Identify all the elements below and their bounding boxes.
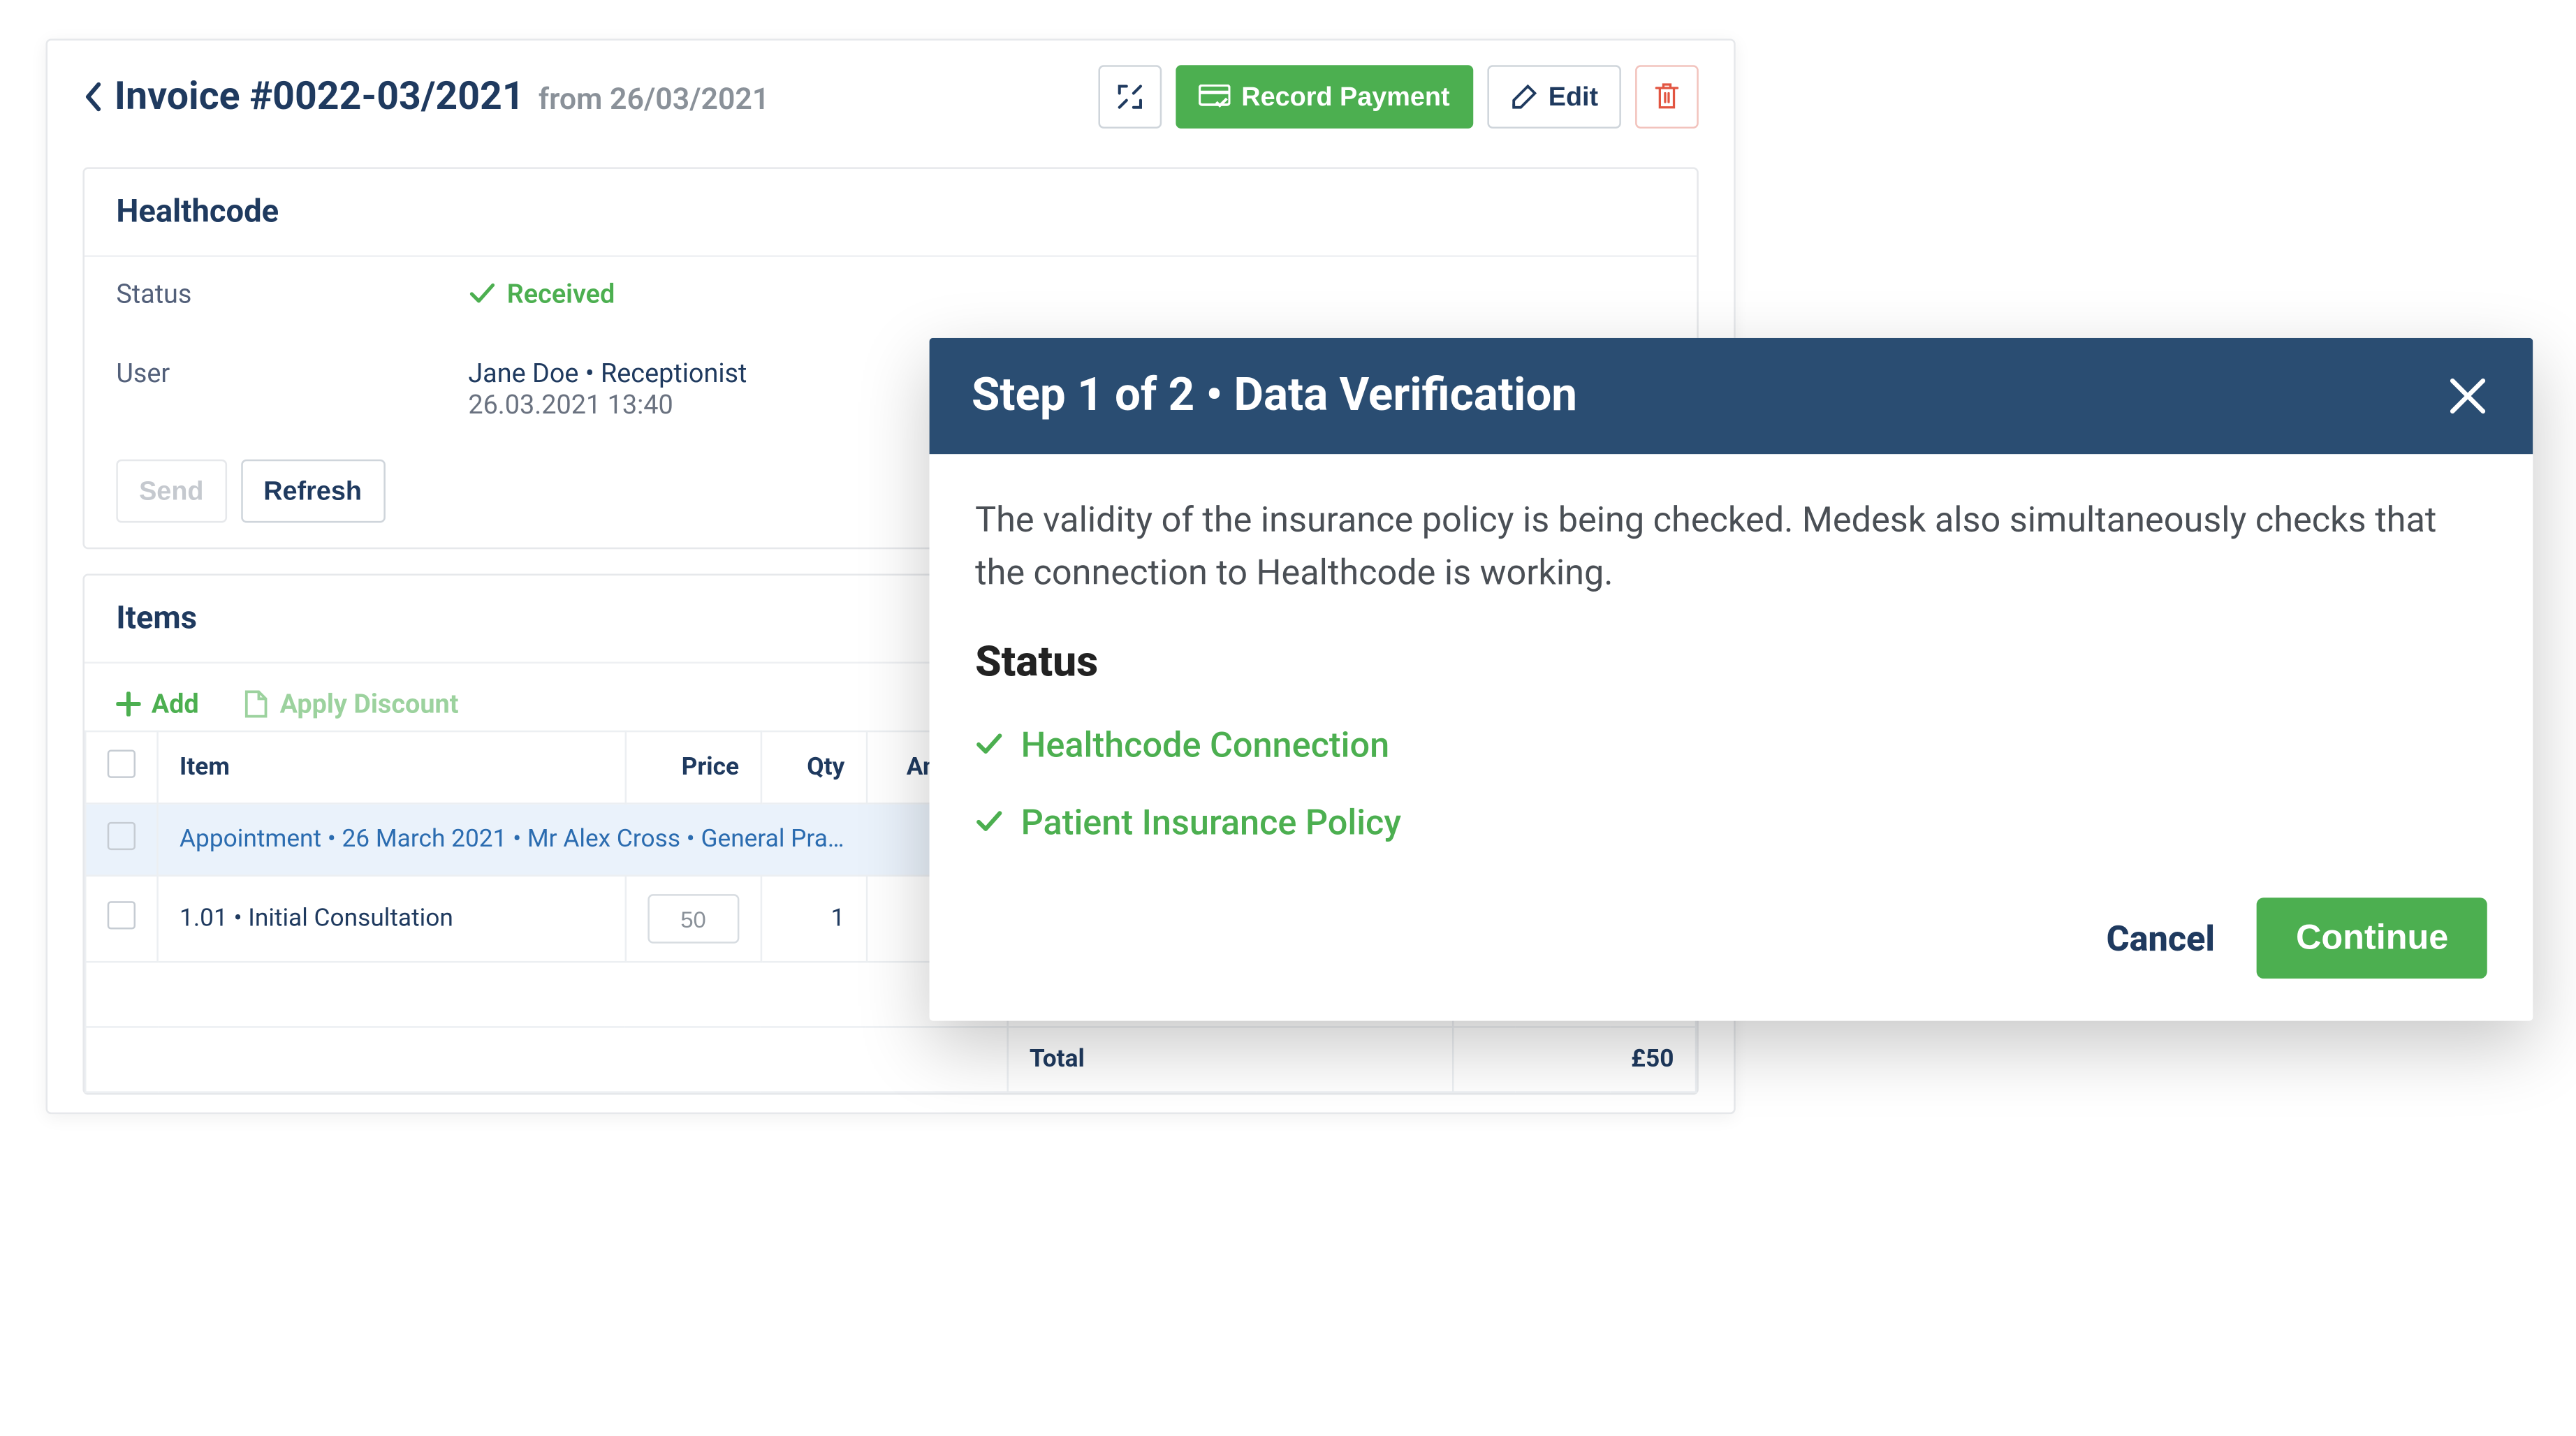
- appointment-link[interactable]: Appointment • 26 March 2021 • Mr Alex Cr…: [180, 826, 844, 853]
- close-icon[interactable]: [2445, 373, 2491, 419]
- panel-header: Invoice #0022-03/2021 from 26/03/2021 Re…: [47, 41, 1734, 142]
- item-name: 1.01 • Initial Consultation: [158, 876, 626, 962]
- status-healthcode-label: Healthcode Connection: [1021, 718, 1390, 771]
- send-button[interactable]: Send: [116, 460, 226, 523]
- user-time: 26.03.2021 13:40: [468, 389, 747, 420]
- edit-label: Edit: [1549, 82, 1598, 112]
- modal-header: Step 1 of 2 • Data Verification: [930, 338, 2533, 454]
- delete-button[interactable]: [1635, 65, 1699, 129]
- verification-modal: Step 1 of 2 • Data Verification The vali…: [930, 338, 2533, 1021]
- refresh-button[interactable]: Refresh: [240, 460, 384, 523]
- record-payment-label: Record Payment: [1241, 82, 1449, 112]
- cancel-button[interactable]: Cancel: [2107, 917, 2215, 959]
- check-icon: [975, 731, 1003, 759]
- refresh-label: Refresh: [263, 476, 362, 506]
- continue-button[interactable]: Continue: [2257, 898, 2487, 979]
- add-label: Add: [152, 688, 199, 719]
- discount-label: Apply Discount: [280, 688, 459, 719]
- expand-icon: [1116, 82, 1144, 110]
- total-row: Total £50: [85, 1027, 1696, 1092]
- user-label: User: [116, 358, 468, 421]
- plus-icon: [116, 691, 140, 716]
- col-price: Price: [626, 731, 761, 803]
- trash-icon: [1655, 82, 1679, 110]
- status-healthcode: Healthcode Connection: [975, 718, 2487, 771]
- row-checkbox[interactable]: [108, 822, 136, 850]
- page-subtitle: from 26/03/2021: [539, 82, 770, 117]
- status-row: Status Received: [85, 257, 1697, 336]
- total-value: £50: [1453, 1027, 1696, 1092]
- payment-icon: [1199, 85, 1231, 109]
- apply-discount-button[interactable]: Apply Discount: [241, 688, 458, 719]
- page-title: Invoice #0022-03/2021: [115, 75, 525, 119]
- status-policy-label: Patient Insurance Policy: [1021, 796, 1401, 849]
- back-icon[interactable]: [82, 81, 103, 112]
- check-icon: [975, 808, 1003, 836]
- healthcode-heading: Healthcode: [85, 169, 1697, 257]
- status-label: Status: [116, 278, 468, 315]
- record-payment-button[interactable]: Record Payment: [1176, 65, 1472, 129]
- qty-value: 1: [761, 876, 867, 962]
- status-value: Received: [468, 278, 615, 309]
- price-input[interactable]: [647, 894, 739, 944]
- row-checkbox[interactable]: [108, 901, 136, 929]
- modal-body-text: The validity of the insurance policy is …: [975, 493, 2487, 599]
- modal-title: Step 1 of 2 • Data Verification: [972, 369, 1577, 423]
- expand-button[interactable]: [1099, 65, 1162, 129]
- send-label: Send: [139, 476, 203, 506]
- status-policy: Patient Insurance Policy: [975, 796, 2487, 849]
- modal-status-heading: Status: [975, 630, 2487, 694]
- user-name: Jane Doe • Receptionist: [468, 358, 747, 389]
- edit-button[interactable]: Edit: [1487, 65, 1621, 129]
- add-item-button[interactable]: Add: [116, 688, 198, 719]
- select-all-checkbox[interactable]: [108, 750, 136, 778]
- total-label: Total: [1007, 1027, 1453, 1092]
- check-icon: [468, 280, 496, 308]
- discount-icon: [241, 690, 269, 718]
- edit-icon: [1509, 82, 1537, 110]
- col-qty: Qty: [761, 731, 867, 803]
- continue-label: Continue: [2296, 918, 2448, 956]
- col-item: Item: [158, 731, 626, 803]
